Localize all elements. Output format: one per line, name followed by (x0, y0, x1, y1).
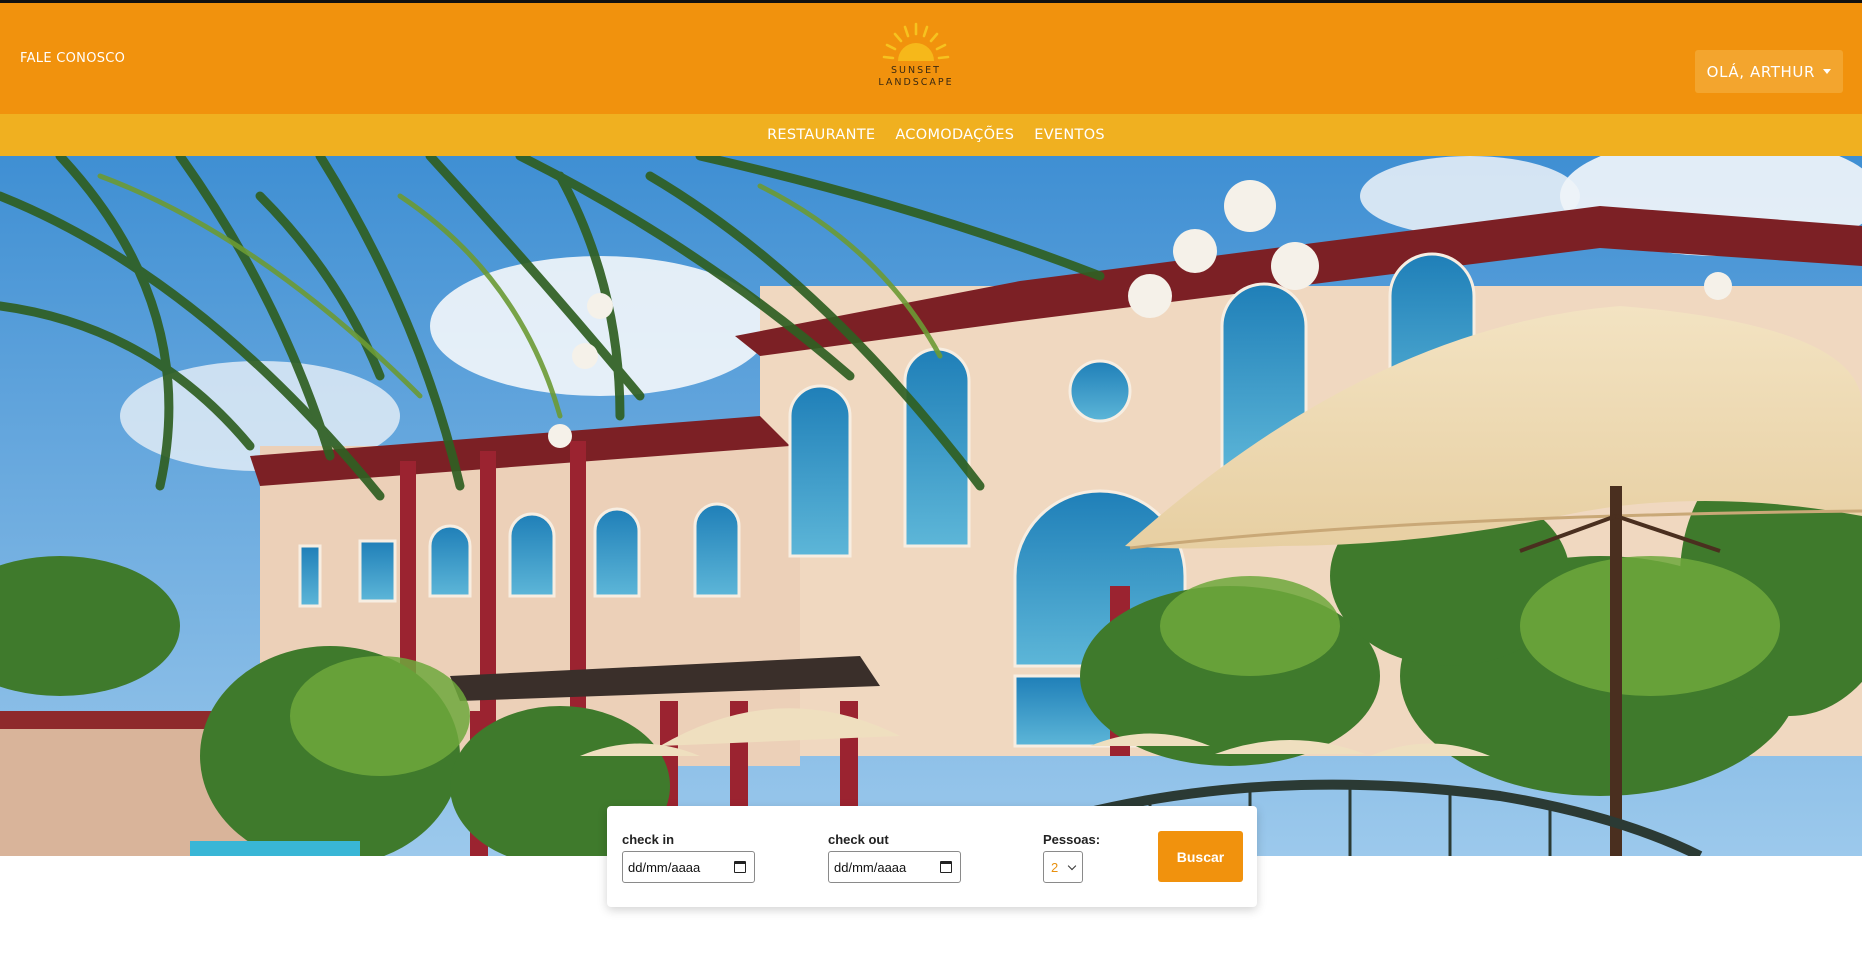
contact-link[interactable]: FALE CONOSCO (20, 51, 125, 66)
search-button[interactable]: Buscar (1158, 831, 1243, 882)
checkin-label: check in (622, 832, 675, 847)
site-header: FALE CONOSCO SUNSET LANDSCAPE OLÁ, ARTHU… (0, 3, 1862, 114)
caret-down-icon (1823, 69, 1831, 74)
nav-item-eventos[interactable]: EVENTOS (1034, 127, 1105, 143)
chevron-down-icon (1067, 861, 1077, 871)
brand-logo[interactable]: SUNSET LANDSCAPE (866, 21, 966, 99)
user-menu-button[interactable]: OLÁ, ARTHUR (1694, 50, 1843, 93)
checkout-input[interactable]: dd/mm/aaaa (828, 851, 961, 883)
checkin-placeholder: dd/mm/aaaa (628, 859, 701, 875)
brand-name-line2: LANDSCAPE (878, 77, 954, 88)
nav-item-acomodacoes[interactable]: ACOMODAÇÕES (895, 127, 1014, 143)
nav-item-restaurante[interactable]: RESTAURANTE (767, 127, 875, 143)
people-select[interactable]: 2 (1043, 851, 1083, 883)
calendar-icon[interactable] (940, 861, 952, 873)
hero-image (0, 156, 1862, 856)
checkout-placeholder: dd/mm/aaaa (834, 859, 907, 875)
people-label: Pessoas: (1043, 832, 1101, 847)
people-value: 2 (1051, 859, 1059, 875)
sun-logo-icon (882, 22, 950, 61)
checkin-input[interactable]: dd/mm/aaaa (622, 851, 755, 883)
checkout-label: check out (828, 832, 889, 847)
main-nav: RESTAURANTE ACOMODAÇÕES EVENTOS (0, 114, 1862, 156)
brand-name-line1: SUNSET (891, 65, 941, 76)
user-menu-label: OLÁ, ARTHUR (1706, 62, 1815, 81)
calendar-icon[interactable] (734, 861, 746, 873)
booking-form: check in dd/mm/aaaa check out dd/mm/aaaa… (607, 806, 1257, 907)
